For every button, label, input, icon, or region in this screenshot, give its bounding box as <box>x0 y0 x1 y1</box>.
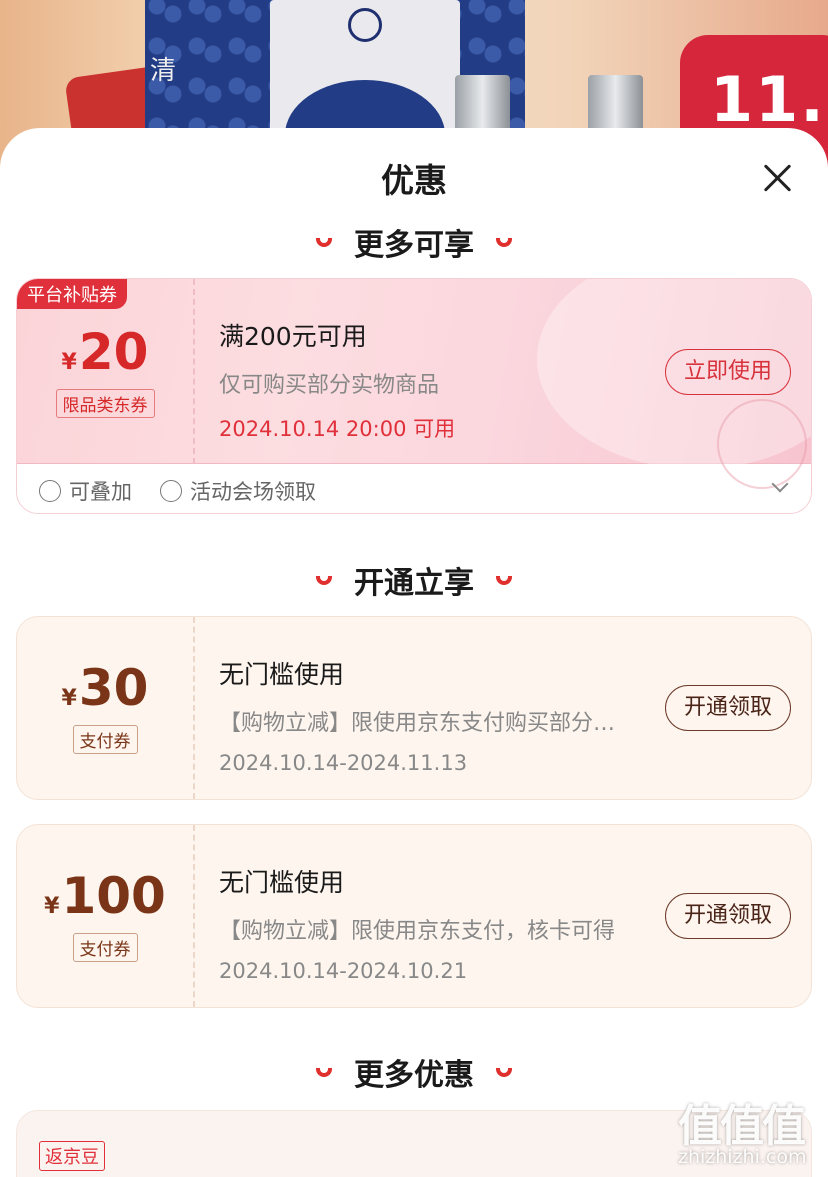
coupon-main: 平台补贴券 ¥20 限品类东券 满200元可用 仅可购买部分实物商品 2024.… <box>17 279 811 489</box>
watermark-site: zhizhizhi.com <box>678 1146 807 1168</box>
currency-symbol: ¥ <box>61 686 77 711</box>
source-text: 活动会场领取 <box>190 480 316 504</box>
currency-symbol: ¥ <box>44 894 60 919</box>
coupon-amount: ¥100 <box>17 867 193 925</box>
jd-beans-tag: 返京豆 <box>39 1141 105 1171</box>
coupon-time: 2024.10.14 20:00 可用 <box>219 417 456 441</box>
coupon-period: 2024.10.14-2024.10.21 <box>219 959 468 983</box>
coupon-footer[interactable]: 可叠加 活动会场领取 <box>17 464 811 513</box>
sheet-title: 优惠 <box>381 161 447 200</box>
activate-claim-button[interactable]: 开通领取 <box>665 685 791 731</box>
coupon-amount: ¥30 <box>17 659 193 717</box>
section-label: 更多可享 <box>354 228 474 263</box>
coupon-info: 无门槛使用 【购物立减】限使用京东支付，核卡可得 2024.10.14-2024… <box>219 863 615 983</box>
smile-decoration-icon <box>496 1068 512 1077</box>
coupon-condition: 无门槛使用 <box>219 660 345 689</box>
section-label: 更多优惠 <box>354 1058 474 1093</box>
section-title-more-deals: 更多优惠 <box>0 1050 828 1094</box>
close-icon[interactable] <box>760 160 796 196</box>
smile-decoration-icon <box>496 576 512 585</box>
pay-coupon-card[interactable]: ¥100 支付券 无门槛使用 【购物立减】限使用京东支付，核卡可得 2024.1… <box>16 824 812 1008</box>
use-now-button[interactable]: 立即使用 <box>665 349 791 395</box>
smile-decoration-icon <box>316 1068 332 1077</box>
site-watermark: 值值值 zhizhizhi.com <box>678 1090 828 1177</box>
coupon-condition: 满200元可用 <box>219 322 367 351</box>
coupon-divider <box>193 825 195 1007</box>
activate-claim-button[interactable]: 开通领取 <box>665 893 791 939</box>
coupon-desc: 【购物立减】限使用京东支付，核卡可得 <box>219 919 616 944</box>
amount-value: 20 <box>78 323 149 381</box>
box-side-text: 清 <box>150 56 177 86</box>
coupon-divider <box>193 279 195 464</box>
coupon-type-tag: 限品类东券 <box>17 389 193 418</box>
type-tag-label: 支付券 <box>72 725 138 754</box>
corner-tag: 平台补贴券 <box>17 279 127 309</box>
coupon-desc: 【购物立减】限使用京东支付购买部分… <box>219 711 616 736</box>
coupon-type-tag: 支付券 <box>17 725 193 754</box>
amount-value: 30 <box>78 659 149 717</box>
type-tag-label: 限品类东券 <box>55 389 155 418</box>
ticket-icon <box>160 480 182 502</box>
coupon-condition: 无门槛使用 <box>219 868 345 897</box>
smile-decoration-icon <box>316 238 332 247</box>
section-label: 开通立享 <box>354 566 474 601</box>
smile-decoration-icon <box>496 238 512 247</box>
stack-icon <box>39 480 61 502</box>
smile-decoration-icon <box>316 576 332 585</box>
currency-symbol: ¥ <box>61 350 77 375</box>
section-title-more-enjoy: 更多可享 <box>0 220 828 264</box>
stackable-text: 可叠加 <box>69 480 132 504</box>
source-label: 活动会场领取 <box>160 476 316 506</box>
coupon-amount: ¥20 <box>17 323 193 381</box>
coupon-scope: 仅可购买部分实物商品 <box>219 373 440 398</box>
stackable-label: 可叠加 <box>39 476 132 506</box>
type-tag-label: 支付券 <box>72 933 138 962</box>
coupon-type-tag: 支付券 <box>17 933 193 962</box>
watermark-logo: 值值值 <box>678 1101 806 1152</box>
coupon-sheet: 优惠 更多可享 平台补贴券 ¥20 限品类东券 满200元可用 仅可购买部分实物… <box>0 128 828 1177</box>
coupon-divider <box>193 617 195 799</box>
coupon-info: 满200元可用 仅可购买部分实物商品 2024.10.14 20:00 可用 <box>219 317 455 443</box>
platform-coupon-card[interactable]: 平台补贴券 ¥20 限品类东券 满200元可用 仅可购买部分实物商品 2024.… <box>16 278 812 514</box>
amount-value: 100 <box>61 867 166 925</box>
chevron-down-icon[interactable] <box>771 475 789 493</box>
pay-coupon-card[interactable]: ¥30 支付券 无门槛使用 【购物立减】限使用京东支付购买部分… 2024.10… <box>16 616 812 800</box>
coupon-period: 2024.10.14-2024.11.13 <box>219 751 468 775</box>
coupon-info: 无门槛使用 【购物立减】限使用京东支付购买部分… 2024.10.14-2024… <box>219 655 615 775</box>
brand-logo-icon <box>348 8 382 42</box>
section-title-open-enjoy: 开通立享 <box>0 558 828 602</box>
